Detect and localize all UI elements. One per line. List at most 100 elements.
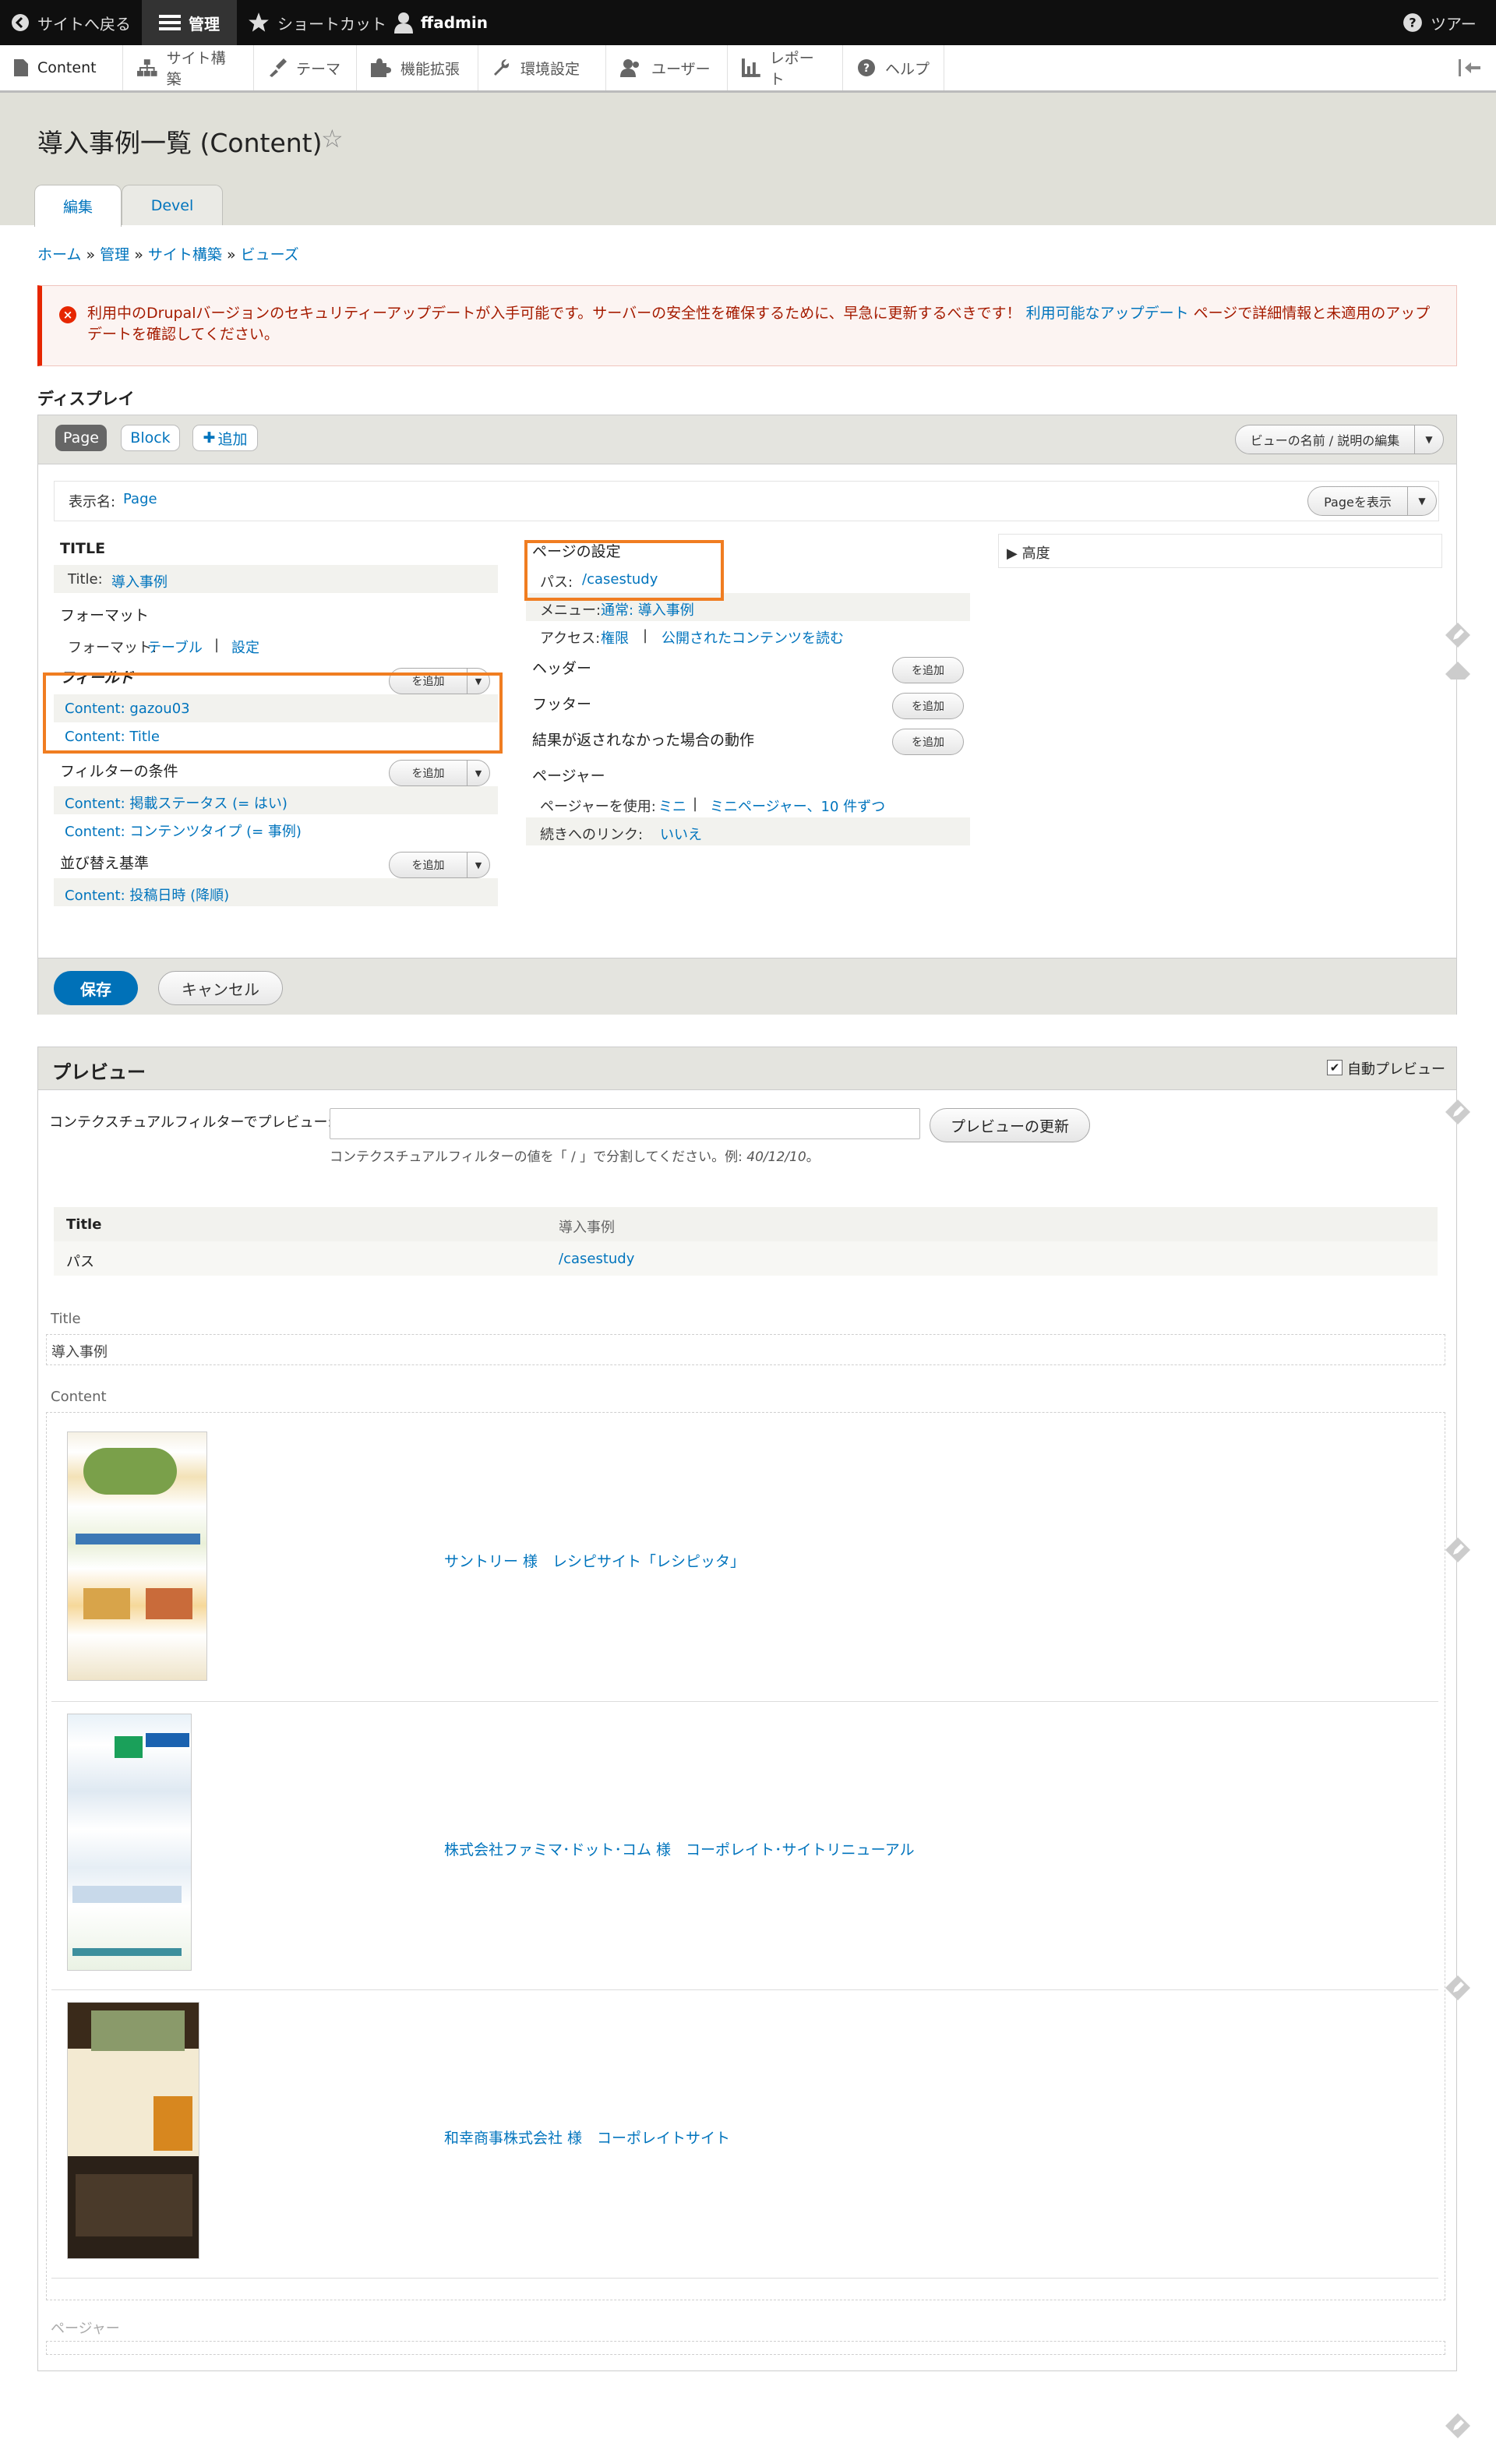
result-thumbnail[interactable] bbox=[67, 1431, 207, 1681]
contextual-filter-input[interactable] bbox=[330, 1108, 920, 1139]
tray-item-appearance[interactable]: テーマ bbox=[254, 45, 357, 90]
view-content-area: サントリー 様 レシピサイト「レシピッタ」 株式会社ファミマ･ドット･コム 様 … bbox=[46, 1412, 1445, 2300]
contextual-filter-label: コンテクスチュアルフィルターでプレビュー: bbox=[49, 1114, 333, 1131]
filter-status-link[interactable]: Content: 掲載ステータス (= はい) bbox=[65, 793, 288, 813]
display-tab-block[interactable]: Block bbox=[121, 425, 180, 451]
breadcrumb-structure[interactable]: サイト構築 bbox=[148, 246, 222, 263]
contextual-pencil-icon[interactable] bbox=[1445, 1537, 1471, 1563]
back-to-site-link[interactable]: サイトへ戻る bbox=[11, 0, 131, 45]
result-link[interactable]: 株式会社ファミマ･ドット･コム 様 コーポレイト･サイトリニューアル bbox=[444, 1838, 915, 1859]
tray-item-people[interactable]: ユーザー bbox=[606, 45, 728, 90]
plus-icon: ✚ bbox=[203, 429, 216, 447]
access-permission-link[interactable]: 権限 bbox=[601, 627, 629, 648]
save-button[interactable]: 保存 bbox=[54, 971, 138, 1005]
shortcut-star-icon[interactable]: ☆ bbox=[321, 124, 344, 154]
tab-edit[interactable]: 編集 bbox=[34, 185, 122, 227]
separator: | bbox=[214, 637, 220, 653]
pager-options-link[interactable]: ミニページャー、10 件ずつ bbox=[710, 796, 885, 816]
sort-row: Content: 投稿日時 (降順) bbox=[54, 878, 498, 906]
cancel-button[interactable]: キャンセル bbox=[158, 971, 283, 1005]
filter-type-link[interactable]: Content: コンテンツタイプ (= 事例) bbox=[65, 821, 302, 841]
result-link[interactable]: サントリー 様 レシピサイト「レシピッタ」 bbox=[444, 1550, 745, 1571]
format-settings-link[interactable]: 設定 bbox=[231, 637, 259, 657]
tour-button[interactable]: ? ツアー bbox=[1402, 0, 1477, 45]
display-heading: ディスプレイ bbox=[37, 390, 135, 408]
sort-date-link[interactable]: Content: 投稿日時 (降順) bbox=[65, 884, 229, 905]
menu-value-link[interactable]: 通常: 導入事例 bbox=[601, 599, 694, 620]
info-path-link[interactable]: /casestudy bbox=[559, 1251, 634, 1267]
advanced-toggle[interactable]: ▶ 高度 bbox=[998, 534, 1442, 568]
access-value-link[interactable]: 公開されたコンテンツを読む bbox=[662, 627, 844, 648]
breadcrumb: ホーム » 管理 » サイト構築 » ビューズ bbox=[37, 243, 299, 264]
contextual-pencil-icon[interactable] bbox=[1445, 1099, 1471, 1125]
collapse-tray-icon[interactable] bbox=[1459, 59, 1482, 80]
auto-preview-checkbox[interactable]: ✔ bbox=[1327, 1060, 1343, 1075]
page-title: 導入事例一覧 (Content) bbox=[37, 128, 323, 158]
chevron-down-icon[interactable]: ▼ bbox=[467, 853, 489, 877]
menu-label: メニュー: bbox=[540, 602, 602, 619]
breadcrumb-views[interactable]: ビューズ bbox=[241, 246, 299, 263]
hint-text-end: 。 bbox=[806, 1149, 820, 1165]
breadcrumb-separator: » bbox=[226, 246, 236, 263]
sort-section-heading: 並び替え基準 bbox=[60, 855, 150, 872]
available-updates-link[interactable]: 利用可能なアップデート bbox=[1026, 305, 1189, 322]
breadcrumb-home[interactable]: ホーム bbox=[37, 246, 81, 263]
more-link-row: 続きへのリンク: いいえ bbox=[526, 817, 970, 845]
result-thumbnail[interactable] bbox=[67, 1714, 192, 1971]
page-header: 導入事例一覧 (Content) ☆ 編集 Devel bbox=[0, 93, 1496, 227]
tray-item-structure[interactable]: サイト構築 bbox=[123, 45, 254, 90]
alert-text: 利用中のDrupalバージョンのセキュリティーアップデートが入手可能です。サーバ… bbox=[87, 305, 1021, 322]
contextual-pencil-icon[interactable] bbox=[1445, 2413, 1471, 2439]
pager-mini-link[interactable]: ミニ bbox=[658, 796, 686, 816]
chevron-down-icon[interactable]: ▼ bbox=[1414, 425, 1443, 454]
hint-example: 40/12/10 bbox=[746, 1149, 806, 1165]
update-preview-button[interactable]: プレビューの更新 bbox=[930, 1108, 1090, 1142]
title-value-link[interactable]: 導入事例 bbox=[111, 571, 168, 591]
tray-item-reports[interactable]: レポート bbox=[728, 45, 843, 90]
error-icon: × bbox=[59, 306, 76, 323]
format-table-link[interactable]: テーブル bbox=[147, 637, 203, 657]
add-sort-button[interactable]: を追加 ▼ bbox=[389, 852, 490, 878]
more-link-label: 続きへのリンク: bbox=[540, 827, 644, 843]
add-header-button[interactable]: を追加 bbox=[892, 657, 964, 683]
tray-item-config[interactable]: 環境設定 bbox=[478, 45, 606, 90]
thumb-bar-shape bbox=[72, 1948, 182, 1956]
view-page-button[interactable]: Pageを表示 ▼ bbox=[1307, 486, 1437, 516]
advanced-label: ▶ 高度 bbox=[1007, 545, 1050, 562]
pager-area bbox=[46, 2341, 1445, 2355]
info-label: パス bbox=[66, 1254, 94, 1270]
tray-item-help[interactable]: ? ヘルプ bbox=[843, 45, 944, 90]
manage-tab[interactable]: 管理 bbox=[142, 0, 237, 45]
tray-item-content[interactable]: Content bbox=[0, 45, 123, 90]
add-footer-button[interactable]: を追加 bbox=[892, 693, 964, 719]
add-filter-button[interactable]: を追加 ▼ bbox=[389, 760, 490, 786]
auto-preview-label: 自動プレビュー bbox=[1347, 1061, 1445, 1078]
thumb-block-shape bbox=[83, 1588, 130, 1619]
user-tab[interactable]: ffadmin bbox=[394, 0, 488, 45]
chevron-down-icon[interactable]: ▼ bbox=[467, 761, 489, 785]
tab-devel[interactable]: Devel bbox=[122, 185, 223, 225]
contextual-filter-hint: コンテクスチュアルフィルターの値を「 / 」で分割してください。例: 40/12… bbox=[330, 1146, 820, 1165]
format-row: フォーマット: テーブル | 設定 bbox=[54, 630, 498, 658]
title-row: Title: 導入事例 bbox=[54, 565, 498, 593]
add-display-button[interactable]: ✚ 追加 bbox=[192, 425, 258, 451]
display-tab-page[interactable]: Page bbox=[55, 425, 107, 451]
result-link[interactable]: 和幸商事株式会社 様 コーポレイトサイト bbox=[444, 2127, 730, 2148]
contextual-pencil-icon[interactable] bbox=[1445, 622, 1471, 648]
result-thumbnail[interactable] bbox=[67, 2002, 199, 2259]
help-icon: ? bbox=[858, 59, 875, 76]
chevron-down-icon[interactable]: ▼ bbox=[1407, 487, 1436, 515]
tray-item-extend[interactable]: 機能拡張 bbox=[357, 45, 478, 90]
add-no-results-button[interactable]: を追加 bbox=[892, 729, 964, 755]
more-link-value[interactable]: いいえ bbox=[660, 824, 702, 844]
contextual-pencil-icon[interactable] bbox=[1445, 1975, 1471, 2001]
display-name-value[interactable]: Page bbox=[123, 491, 157, 507]
breadcrumb-admin[interactable]: 管理 bbox=[100, 246, 129, 263]
hint-text: コンテクスチュアルフィルターの値を「 / 」で分割してください。例: bbox=[330, 1149, 743, 1165]
contextual-pencil-icon[interactable] bbox=[1445, 661, 1471, 680]
shortcuts-tab[interactable]: ショートカット bbox=[248, 0, 386, 45]
edit-view-name-button[interactable]: ビューの名前 / 説明の編集 ▼ bbox=[1235, 425, 1444, 454]
add-no-results-label: を追加 bbox=[912, 736, 944, 749]
access-row: アクセス: 権限 | 公開されたコンテンツを読む bbox=[526, 621, 970, 649]
preview-header: プレビュー ✔ 自動プレビュー bbox=[38, 1047, 1456, 1090]
